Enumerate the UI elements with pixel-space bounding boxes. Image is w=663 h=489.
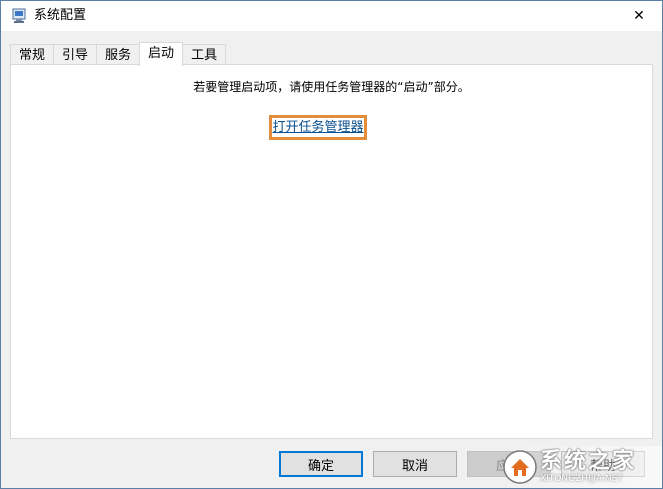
close-icon: ✕	[633, 8, 645, 24]
tab-tools[interactable]: 工具	[182, 44, 227, 65]
msconfig-icon	[12, 8, 26, 23]
startup-panel: 若要管理启动项，请使用任务管理器的“启动”部分。 打开任务管理器	[10, 64, 653, 439]
watermark: 系统之家 XITONGZHIJIA.NET	[502, 446, 662, 488]
tab-services[interactable]: 服务	[96, 44, 141, 65]
tab-general[interactable]: 常规	[10, 44, 55, 65]
title-bar[interactable]: 系统配置 ✕	[1, 1, 662, 31]
watermark-main: 系统之家	[540, 449, 637, 474]
tab-strip: 常规 引导 服务 启动 工具	[10, 42, 227, 66]
close-button[interactable]: ✕	[616, 1, 662, 31]
tab-boot[interactable]: 引导	[53, 44, 98, 65]
open-task-manager-link[interactable]: 打开任务管理器	[272, 120, 363, 136]
system-configuration-window: 系统配置 ✕ 常规 引导 服务 启动 工具 若要管理启动项，请使用任务管理器的“…	[0, 0, 663, 489]
tab-startup[interactable]: 启动	[139, 42, 184, 66]
watermark-text: 系统之家 XITONGZHIJIA.NET	[540, 449, 637, 485]
window-title: 系统配置	[34, 8, 87, 23]
house-logo-icon	[503, 450, 537, 484]
cancel-button[interactable]: 取消	[373, 451, 457, 477]
watermark-sub: XITONGZHIJIA.NET	[540, 474, 623, 484]
startup-message: 若要管理启动项，请使用任务管理器的“启动”部分。	[193, 80, 470, 94]
link-highlight-box: 打开任务管理器	[269, 115, 367, 140]
ok-button[interactable]: 确定	[279, 451, 363, 477]
